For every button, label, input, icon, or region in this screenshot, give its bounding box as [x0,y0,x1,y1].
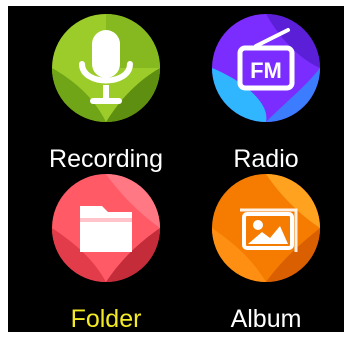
svg-text:FM: FM [250,58,282,83]
image-gallery-icon [210,172,322,284]
app-folder[interactable]: Folder [36,172,176,333]
app-album[interactable]: Album [196,172,336,333]
app-radio-label: Radio [233,145,299,173]
microphone-icon [50,12,162,124]
app-album-label: Album [230,305,302,333]
home-screen: Recording FM Radio Folder Album [8,6,344,333]
fm-radio-icon: FM [210,12,322,124]
app-radio[interactable]: FM Radio [196,12,336,173]
app-folder-label: Folder [70,305,142,333]
folder-icon [50,172,162,284]
app-recording[interactable]: Recording [36,12,176,173]
app-recording-label: Recording [49,145,163,173]
